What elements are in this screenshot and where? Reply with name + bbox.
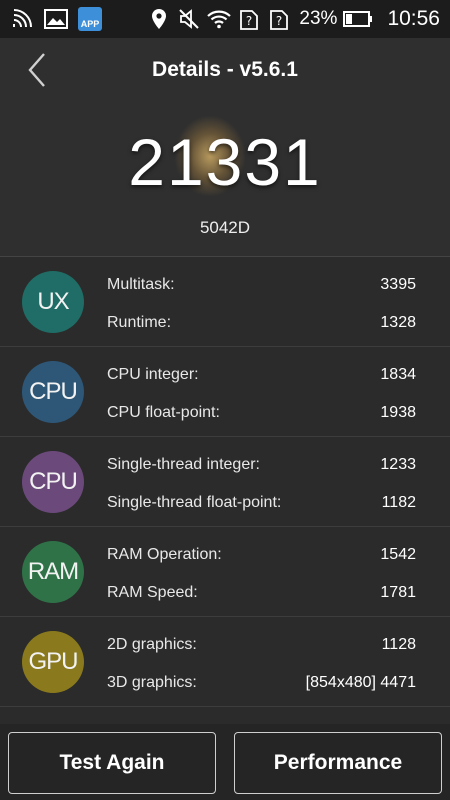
score-value: [854x480] 4471 [305,674,416,691]
gallery-icon [44,7,68,31]
score-value: 1834 [380,366,416,383]
bottom-action-bar: Test Again Performance [0,724,450,800]
score-line: RAM Speed: 1781 [107,584,416,602]
clock: 10:56 [387,7,440,30]
score-label: Single-thread float-point: [107,494,282,511]
score-label: 2D graphics: [107,636,197,653]
score-line: RAM Operation: 1542 [107,546,416,564]
cpu-badge: CPU [22,361,84,423]
page-title: Details - v5.6.1 [152,58,298,81]
gpu-badge: GPU [22,631,84,693]
score-value: 1128 [381,636,416,653]
ux-badge: UX [22,271,84,333]
header: Details - v5.6.1 [0,38,450,104]
score-value: 1542 [380,546,416,563]
score-label: Multitask: [107,276,175,293]
app-store-icon: APP [78,7,102,31]
score-breakdown-list: UX Multitask: 3395 Runtime: 1328 CPU CPU i… [0,257,450,707]
battery-icon [343,7,373,31]
wifi-signal-icon [10,7,34,31]
score-line: Multitask: 3395 [107,276,416,294]
score-value: 1182 [381,494,416,511]
score-line: Runtime: 1328 [107,314,416,332]
battery-percent: 23% [299,8,338,29]
app-store-badge-text: APP [78,7,102,31]
score-line: Single-thread integer: 1233 [107,456,416,474]
score-label: 3D graphics: [107,674,197,691]
no-sim-icon: ? [267,7,291,31]
ram-badge: RAM [22,541,84,603]
score-label: RAM Speed: [107,584,198,601]
score-label: Runtime: [107,314,172,331]
wifi-icon [207,7,232,31]
score-label: Single-thread integer: [107,456,260,473]
score-value: 1938 [380,404,416,421]
cpu-single-thread-badge: CPU [22,451,84,513]
svg-text:?: ? [246,14,252,28]
status-bar: APP ? ? 23% 10:56 [0,0,450,38]
svg-text:?: ? [276,14,282,28]
score-value: 1233 [380,456,416,473]
total-score-panel: 21331 5042D [0,104,450,257]
score-value: 1781 [380,584,416,601]
category-row-ux[interactable]: UX Multitask: 3395 Runtime: 1328 [0,257,450,347]
score-line: CPU float-point: 1938 [107,404,416,422]
device-model: 5042D [199,218,251,237]
category-row-ram[interactable]: RAM RAM Operation: 1542 RAM Speed: 1781 [0,527,450,617]
score-line: Single-thread float-point: 1182 [107,494,416,512]
score-line: 3D graphics: [854x480] 4471 [107,674,416,692]
total-score: 21331 [128,125,322,199]
score-line: CPU integer: 1834 [107,366,416,384]
performance-button[interactable]: Performance [234,732,442,794]
score-value: 1328 [380,314,416,331]
score-label: CPU float-point: [107,404,220,421]
score-label: CPU integer: [107,366,199,383]
score-line: 2D graphics: 1128 [107,636,416,654]
location-icon [147,7,171,31]
mute-icon [177,7,201,31]
category-row-cpu[interactable]: CPU CPU integer: 1834 CPU float-point: 193… [0,347,450,437]
category-row-gpu[interactable]: GPU 2D graphics: 1128 3D graphics: [854x48… [0,617,450,707]
test-again-button[interactable]: Test Again [8,732,216,794]
category-row-cpu-single-thread[interactable]: CPU Single-thread integer: 1233 Single-th… [0,437,450,527]
score-value: 3395 [380,276,416,293]
no-sim-icon: ? [237,7,261,31]
score-label: RAM Operation: [107,546,222,563]
